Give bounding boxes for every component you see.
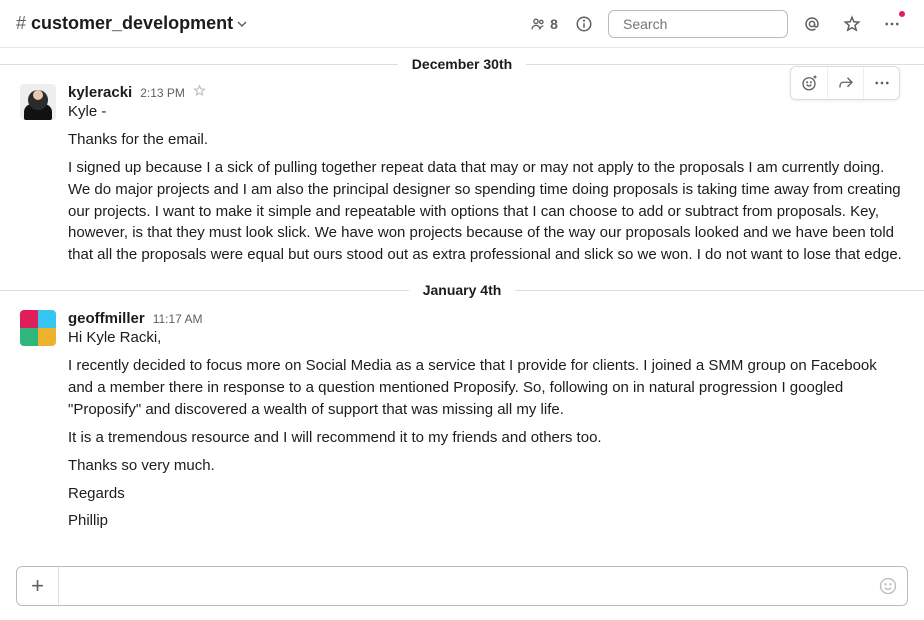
message-body: Hi Kyle Racki, I recently decided to foc… <box>68 327 904 532</box>
channel-name-text: customer_development <box>31 13 233 34</box>
share-arrow-icon <box>837 74 855 92</box>
message-body: Kyle - Thanks for the email. I signed up… <box>68 101 904 266</box>
message-line: Kyle - <box>68 101 904 123</box>
message-line: I recently decided to focus more on Soci… <box>68 355 904 421</box>
message-time: 11:17 AM <box>153 312 203 326</box>
notification-dot-icon <box>898 10 906 18</box>
message-more-button[interactable] <box>863 67 899 99</box>
star-icon <box>193 84 206 97</box>
date-label: January 4th <box>409 280 516 300</box>
message-line: I signed up because I a sick of pulling … <box>68 157 904 266</box>
smile-plus-icon <box>800 74 818 92</box>
chevron-down-icon <box>237 19 247 29</box>
message-line: Thanks so very much. <box>68 455 904 477</box>
share-message-button[interactable] <box>827 67 863 99</box>
hash-icon: # <box>16 13 26 34</box>
avatar[interactable] <box>20 84 56 120</box>
date-label: December 30th <box>398 54 526 74</box>
composer: + <box>0 558 924 620</box>
search-input[interactable] <box>623 16 804 32</box>
message-line: Hi Kyle Racki, <box>68 327 904 349</box>
ellipsis-icon <box>883 15 901 33</box>
more-actions-button[interactable] <box>876 8 908 40</box>
members-button[interactable]: 8 <box>528 8 560 40</box>
ellipsis-icon <box>873 74 891 92</box>
message: kyleracki 2:13 PM Kyle - Thanks for the … <box>0 78 924 274</box>
plus-icon: + <box>31 573 44 599</box>
message-hover-actions <box>790 66 900 100</box>
sender-name[interactable]: kyleracki <box>68 84 132 101</box>
message-line: Regards <box>68 483 904 505</box>
message-line: Phillip <box>68 510 904 532</box>
members-count: 8 <box>550 16 558 32</box>
avatar[interactable] <box>20 310 56 346</box>
message-input[interactable] <box>59 578 869 595</box>
date-divider: January 4th <box>0 280 924 300</box>
message-list[interactable]: December 30th kyleracki 2:13 PM <box>0 48 924 560</box>
star-icon <box>843 15 861 33</box>
channel-info-button[interactable] <box>568 8 600 40</box>
search-box[interactable] <box>608 10 788 38</box>
emoji-picker-button[interactable] <box>869 576 907 596</box>
attach-button[interactable]: + <box>17 567 59 605</box>
date-divider: December 30th <box>0 54 924 74</box>
message: geoffmiller 11:17 AM Hi Kyle Racki, I re… <box>0 304 924 540</box>
channel-name-button[interactable]: #customer_development <box>16 13 247 34</box>
message-line: It is a tremendous resource and I will r… <box>68 427 904 449</box>
message-time: 2:13 PM <box>140 86 185 100</box>
mentions-button[interactable] <box>796 8 828 40</box>
channel-header: #customer_development 8 <box>0 0 924 48</box>
message-line: Thanks for the email. <box>68 129 904 151</box>
info-icon <box>575 15 593 33</box>
at-icon <box>803 15 821 33</box>
composer-box: + <box>16 566 908 606</box>
sender-name[interactable]: geoffmiller <box>68 310 145 327</box>
add-reaction-button[interactable] <box>791 67 827 99</box>
people-icon <box>530 16 546 32</box>
star-message-button[interactable] <box>193 84 206 97</box>
smile-icon <box>878 576 898 596</box>
star-channel-button[interactable] <box>836 8 868 40</box>
